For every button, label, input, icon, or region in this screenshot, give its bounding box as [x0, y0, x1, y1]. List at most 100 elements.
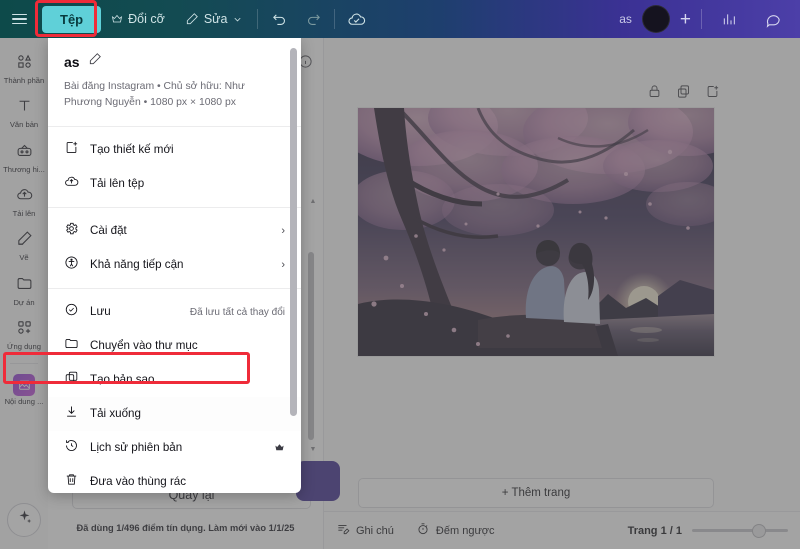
sidebar-item-label: Dự án: [13, 297, 35, 307]
hamburger-icon[interactable]: [0, 0, 38, 38]
menu-item-lich-su-phien-ban[interactable]: Lịch sử phiên bản: [48, 431, 301, 465]
sidebar-item-ung-dung[interactable]: Ứng dụng: [0, 312, 48, 356]
toolbar-divider: [257, 9, 259, 29]
cloud-check-icon[interactable]: [339, 2, 373, 36]
sidebar-item-tai-len[interactable]: Tải lên: [0, 179, 48, 223]
file-menu-header: as Bài đăng Instagram • Chủ sở hữu: Như …: [48, 38, 301, 120]
menu-item-tai-len-tep[interactable]: Tải lên tệp: [48, 167, 301, 201]
menu-item-label: Tải lên tệp: [90, 177, 145, 191]
menu-divider: [48, 126, 301, 128]
menu-item-luu[interactable]: Lưu Đã lưu tất cả thay đổi: [48, 295, 301, 329]
menu-item-tao-ban-sao[interactable]: Tạo bản sao: [48, 363, 301, 397]
notes-button[interactable]: Ghi chú: [336, 522, 394, 539]
sidebar-item-thuong-hieu[interactable]: Thương hi...: [0, 135, 48, 179]
page-indicator: Trang 1 / 1: [627, 524, 682, 537]
lock-icon[interactable]: [647, 84, 662, 104]
user-label: as: [619, 12, 632, 26]
menu-item-cai-dat[interactable]: Cài đặt ›: [48, 214, 301, 248]
left-sidebar: Thành phần Văn bản Thương hi... Tải lên …: [0, 38, 48, 549]
menu-item-label: Đưa vào thùng rác: [90, 475, 187, 489]
sidebar-divider: [10, 363, 38, 365]
sparkle-icon: [16, 509, 33, 531]
comment-bubble-icon[interactable]: [756, 2, 790, 36]
menu-item-kha-nang-tiep-can[interactable]: Khả năng tiếp cận ›: [48, 248, 301, 282]
menu-item-dua-vao-thung-rac[interactable]: Đưa vào thùng rác: [48, 465, 301, 493]
toolbar-divider: [701, 9, 702, 29]
panel-primary-button[interactable]: [296, 461, 340, 501]
menu-item-chuyen-vao-thu-muc[interactable]: Chuyển vào thư mục: [48, 329, 301, 363]
zoom-slider-track: [692, 529, 788, 532]
duplicate-page-icon[interactable]: [676, 84, 691, 104]
timer-label: Đếm ngược: [435, 524, 495, 537]
canvas-area: + Thêm trang: [324, 38, 800, 511]
crown-icon: [111, 13, 123, 25]
menu-item-label: Lưu: [90, 305, 111, 319]
zoom-slider-handle[interactable]: [752, 523, 766, 538]
sidebar-item-thanh-phan[interactable]: Thành phần: [0, 46, 48, 90]
menu-divider: [48, 207, 301, 209]
menu-item-label: Khả năng tiếp cận: [90, 258, 184, 272]
sidebar-item-label: Tải lên: [12, 209, 36, 219]
sidebar-item-label: Văn bản: [9, 120, 39, 130]
sidebar-item-noi-dung[interactable]: Nội dung ...: [0, 367, 48, 411]
menu-item-tao-thiet-ke-moi[interactable]: Tạo thiết kế mới: [48, 133, 301, 167]
pencil-draw-icon: [16, 230, 33, 252]
file-menu-button[interactable]: Tệp: [42, 5, 102, 33]
top-toolbar: Tệp Đổi cỡ Sửa as +: [0, 0, 800, 38]
page-tools: [647, 84, 720, 104]
edit-button[interactable]: Sửa: [175, 0, 254, 38]
pencil-edit-icon[interactable]: [88, 52, 102, 71]
menu-scrollbar[interactable]: [289, 44, 298, 487]
upload-cloud-icon: [64, 174, 79, 194]
folder-icon: [64, 336, 79, 356]
save-status-text: Đã lưu tất cả thay đổi: [189, 306, 285, 318]
bottombar-right: Trang 1 / 1: [627, 523, 788, 538]
plus-icon[interactable]: +: [680, 10, 691, 29]
undo-icon[interactable]: [262, 2, 296, 36]
redo-icon[interactable]: [296, 2, 330, 36]
new-design-icon: [64, 140, 79, 160]
menu-scroll-thumb[interactable]: [290, 48, 297, 416]
apps-grid-icon: [16, 319, 33, 341]
magic-assistant-button[interactable]: [7, 503, 41, 537]
artboard[interactable]: [358, 108, 714, 356]
scroll-up-arrow[interactable]: ▲: [308, 198, 318, 205]
history-icon: [64, 438, 79, 458]
copy-icon: [64, 370, 79, 390]
menu-item-tai-xuong[interactable]: Tải xuống: [48, 397, 301, 432]
cloud-check-icon: [64, 302, 79, 322]
timer-button[interactable]: Đếm ngược: [416, 522, 495, 539]
menu-item-label: Cài đặt: [90, 224, 127, 238]
timer-icon: [416, 522, 430, 539]
bar-chart-icon[interactable]: [712, 2, 746, 36]
notes-label: Ghi chú: [356, 524, 394, 537]
pencil-icon: [185, 12, 199, 26]
scroll-thumb[interactable]: [308, 252, 314, 440]
chevron-right-icon: ›: [281, 259, 285, 272]
gear-icon: [64, 221, 79, 241]
menu-divider: [48, 288, 301, 290]
add-page-icon[interactable]: [705, 84, 720, 104]
chevron-right-icon: ›: [281, 225, 285, 238]
avatar[interactable]: [641, 5, 670, 33]
folder-icon: [16, 275, 33, 297]
sidebar-item-du-an[interactable]: Dự án: [0, 268, 48, 312]
brand-kit-icon: [16, 142, 33, 164]
resize-button[interactable]: Đổi cỡ: [101, 0, 175, 38]
add-page-button[interactable]: + Thêm trang: [358, 478, 714, 508]
zoom-slider[interactable]: [692, 523, 788, 538]
menu-item-label: Lịch sử phiên bản: [90, 441, 183, 455]
menu-item-label: Tải xuống: [90, 407, 141, 421]
sidebar-item-label: Nội dung ...: [4, 397, 44, 407]
sidebar-item-label: Thương hi...: [3, 164, 45, 174]
sidebar-item-ve[interactable]: Vẽ: [0, 223, 48, 267]
sidebar-item-van-ban[interactable]: Văn bản: [0, 90, 48, 134]
upload-cloud-icon: [16, 186, 33, 208]
magic-media-icon: [13, 374, 35, 397]
trash-icon: [64, 472, 79, 492]
scroll-down-arrow[interactable]: ▼: [308, 446, 318, 453]
download-icon: [64, 404, 79, 424]
resize-label: Đổi cỡ: [128, 12, 165, 26]
credits-text: Đã dùng 1/496 điểm tín dụng. Làm mới vào…: [76, 523, 295, 533]
artwork-cherry-blossom-night: [358, 108, 714, 356]
